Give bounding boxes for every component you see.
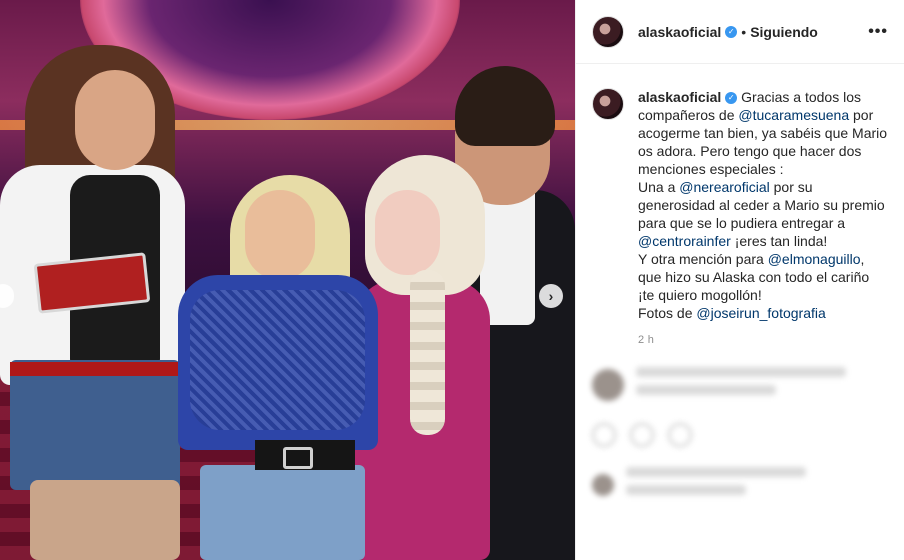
chevron-right-icon[interactable]: › — [539, 284, 563, 308]
action-bar — [576, 415, 904, 455]
mention-link[interactable]: @joseirun_fotografia — [696, 305, 825, 321]
blurred-comments — [576, 355, 904, 560]
comment-lines — [636, 367, 846, 403]
following-button[interactable]: Siguiendo — [750, 24, 818, 40]
caption-part: Fotos de — [638, 305, 697, 321]
avatar[interactable] — [592, 15, 624, 48]
post-timestamp[interactable]: 2 h — [638, 334, 904, 346]
post-photo[interactable]: › — [0, 0, 575, 560]
person-2-sequins — [190, 290, 365, 430]
post-header: alaskaoficial ✓ • Siguiendo ••• — [576, 0, 904, 64]
more-options-icon[interactable]: ••• — [868, 23, 888, 41]
person-1-belt — [10, 362, 180, 376]
caption-username[interactable]: alaskaoficial — [638, 89, 721, 105]
comment-line — [636, 367, 846, 377]
caption-avatar[interactable] — [592, 88, 624, 120]
mention-link[interactable]: @nerearoficial — [679, 179, 769, 195]
likes-line — [626, 485, 746, 495]
header-username[interactable]: alaskaoficial — [638, 24, 721, 40]
person-1-legs — [30, 480, 180, 560]
person-1-face — [75, 70, 155, 170]
person-1-skirt — [10, 360, 180, 490]
liker-avatar — [592, 474, 614, 496]
likes-line — [626, 467, 806, 477]
person-3-face — [375, 190, 440, 275]
person-2-buckle — [283, 447, 313, 469]
person-3-braid — [410, 270, 445, 435]
verified-badge-icon: ✓ — [725, 25, 738, 38]
caption-part: Y otra mención para — [638, 251, 768, 267]
person-2-face — [245, 190, 315, 280]
post-sidebar: alaskaoficial ✓ • Siguiendo ••• alaskaof… — [575, 0, 904, 560]
caption-part: ¡eres tan linda! — [730, 233, 828, 249]
list-item — [576, 355, 904, 415]
list-item — [576, 455, 904, 515]
caption: alaskaoficial ✓ Gracias a todos los compa… — [576, 64, 904, 322]
comment-icon — [630, 423, 654, 447]
likes-lines — [626, 467, 806, 503]
mention-link[interactable]: @elmonaguillo — [768, 251, 861, 267]
caption-part: Una a — [638, 179, 680, 195]
comment-line — [636, 385, 776, 395]
mention-link[interactable]: @centrorainfer — [638, 233, 731, 249]
person-2-shorts — [200, 465, 365, 560]
person-4-hair — [455, 66, 555, 146]
comment-avatar — [592, 369, 624, 401]
caption-text: alaskaoficial ✓ Gracias a todos los compa… — [638, 88, 888, 322]
header-separator: • — [741, 23, 747, 40]
heart-icon — [592, 423, 616, 447]
share-icon — [668, 423, 692, 447]
verified-badge-icon: ✓ — [725, 92, 738, 105]
mention-link[interactable]: @tucaramesuena — [738, 107, 849, 123]
